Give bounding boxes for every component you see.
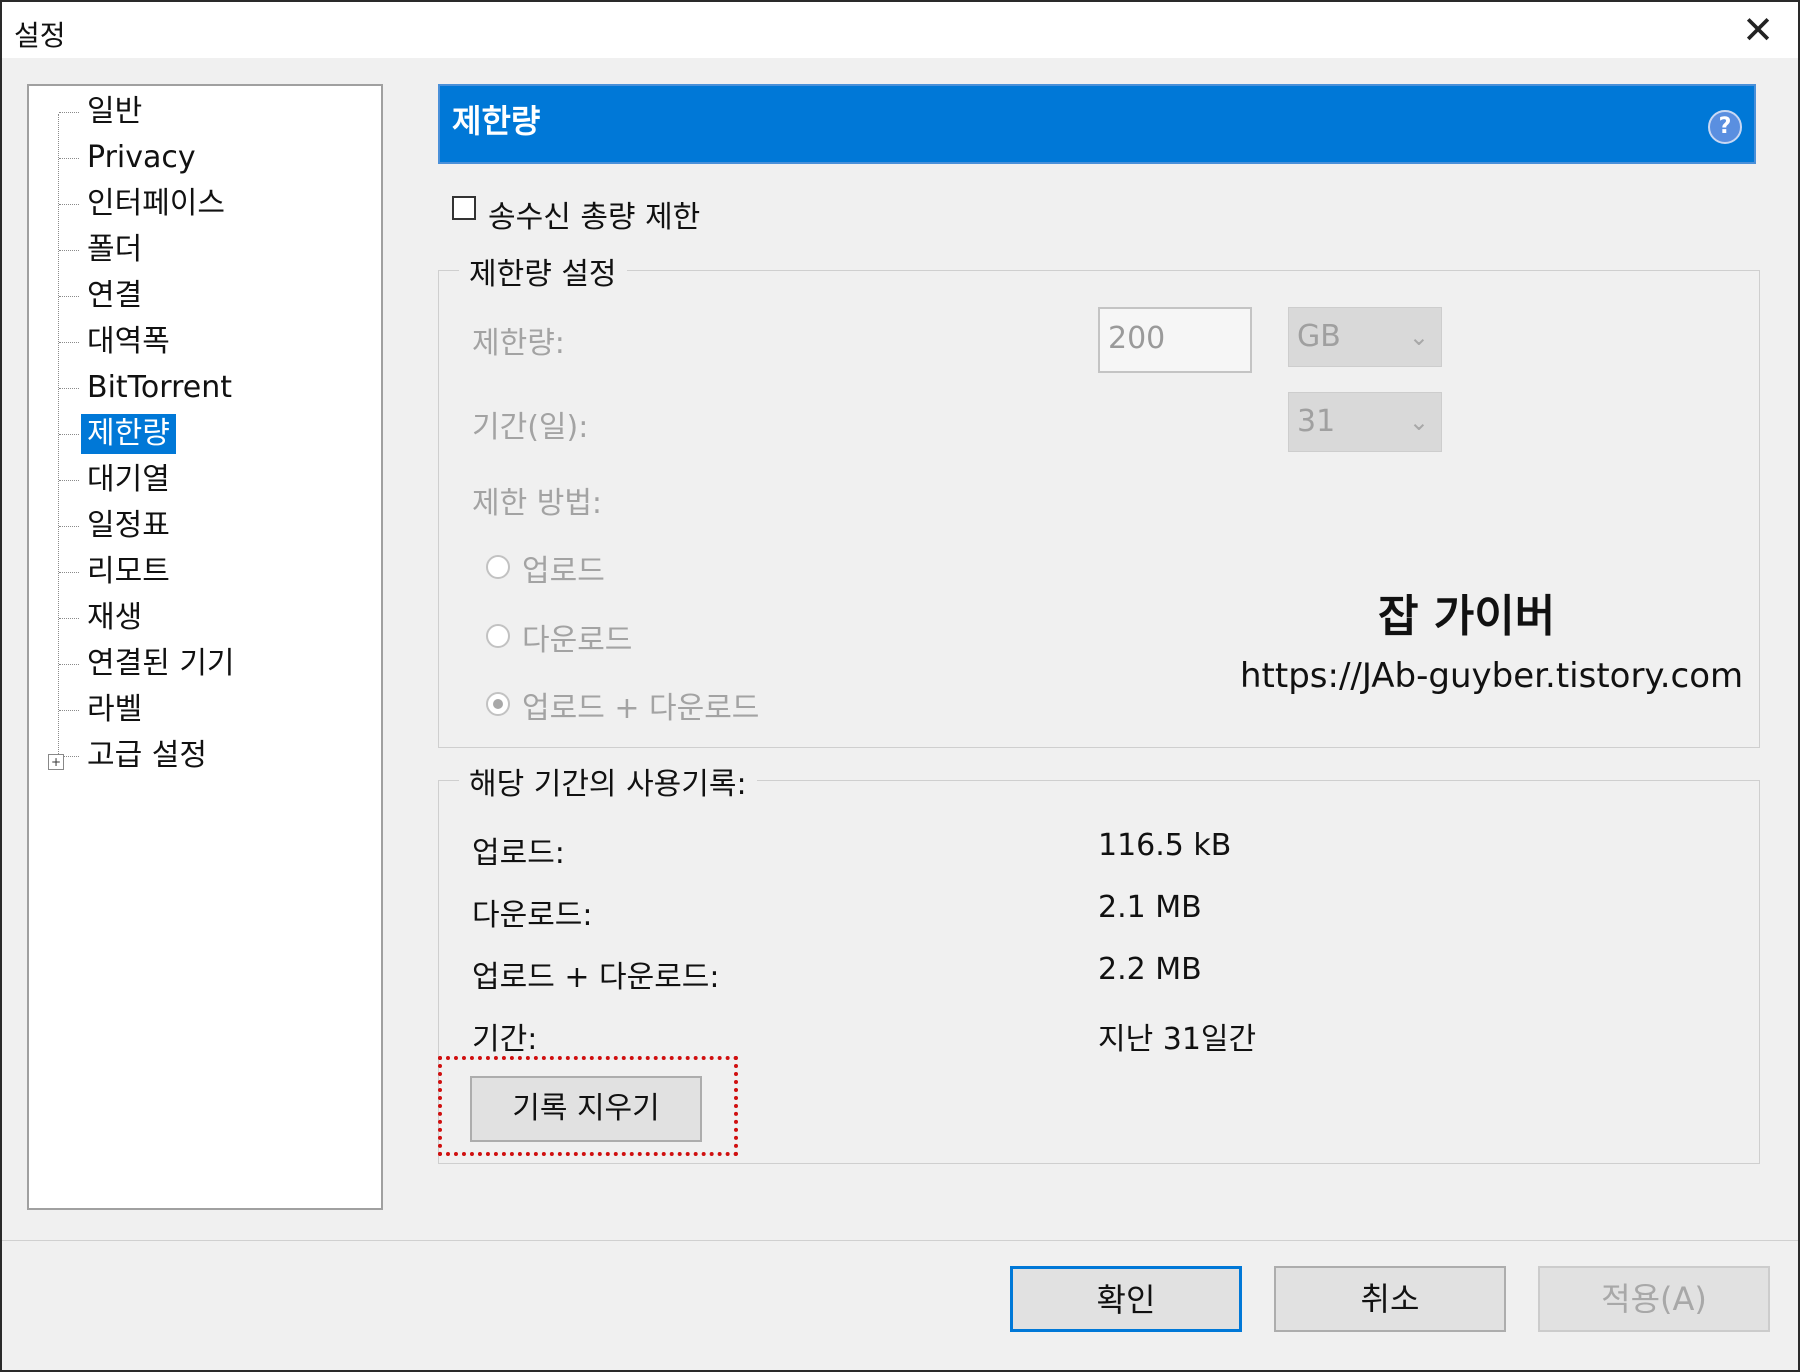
nav-item-paired-devices[interactable]: 연결된 기기 [59, 644, 241, 684]
nav-item-queueing[interactable]: 대기열 [59, 460, 176, 500]
method-download-label: 다운로드 [522, 623, 633, 658]
expand-plus-icon[interactable]: + [48, 754, 64, 770]
usage-total-value: 2.2 MB [1098, 952, 1202, 987]
nav-item-bandwidth[interactable]: 대역폭 [59, 322, 176, 362]
nav-item-transfer-cap[interactable]: 제한량 [59, 414, 176, 454]
cancel-button[interactable]: 취소 [1274, 1266, 1506, 1332]
limit-checkbox-label: 송수신 총량 제한 [488, 200, 701, 235]
nav-item-general[interactable]: 일반 [59, 92, 148, 132]
method-upload-label: 업로드 [522, 554, 605, 589]
usage-upload-value: 116.5 kB [1098, 828, 1232, 863]
nav-item-remote[interactable]: 리모트 [59, 552, 176, 592]
settings-nav-tree: 일반 Privacy 인터페이스 폴더 연결 대역폭 BitTorrent 제한… [27, 84, 383, 1210]
limit-amount-label: 제한량: [472, 326, 565, 361]
watermark-name: 잡 가이버 [1378, 591, 1556, 642]
period-days-value: 31 [1297, 404, 1336, 439]
tree-connector [58, 114, 59, 768]
usage-total-label: 업로드 + 다운로드: [472, 960, 720, 995]
limit-amount-input[interactable]: 200 [1098, 307, 1252, 373]
ok-button[interactable]: 확인 [1010, 1266, 1242, 1332]
page-header: 제한량 ? [438, 84, 1756, 164]
title-bar: 설정 ✕ [2, 2, 1798, 58]
footer-divider [2, 1240, 1798, 1241]
nav-item-bittorrent[interactable]: BitTorrent [59, 368, 238, 408]
apply-button[interactable]: 적용(A) [1538, 1266, 1770, 1332]
watermark-url: https://JAb-guyber.tistory.com [1240, 656, 1744, 696]
usage-period-value: 지난 31일간 [1098, 1022, 1257, 1057]
usage-history-title: 해당 기간의 사용기록: [459, 759, 757, 803]
close-icon[interactable]: ✕ [1742, 8, 1774, 52]
nav-item-connection[interactable]: 연결 [59, 276, 148, 316]
nav-item-labels[interactable]: 라벨 [59, 690, 148, 730]
window-title: 설정 [14, 19, 66, 52]
chevron-down-icon: ⌄ [1408, 408, 1429, 436]
chevron-down-icon: ⌄ [1408, 323, 1429, 351]
limit-unit-value: GB [1297, 319, 1341, 354]
limit-checkbox[interactable] [452, 196, 476, 220]
nav-item-playback[interactable]: 재생 [59, 598, 148, 638]
clear-history-button[interactable]: 기록 지우기 [470, 1076, 702, 1142]
method-both-radio[interactable] [486, 692, 510, 716]
method-upload-radio[interactable] [486, 555, 510, 579]
period-days-label: 기간(일): [472, 410, 589, 445]
nav-item-interface[interactable]: 인터페이스 [59, 184, 231, 224]
method-download-radio[interactable] [486, 624, 510, 648]
usage-download-value: 2.1 MB [1098, 890, 1202, 925]
usage-download-label: 다운로드: [472, 898, 593, 933]
nav-item-privacy[interactable]: Privacy [59, 138, 202, 178]
nav-item-folders[interactable]: 폴더 [59, 230, 148, 270]
limit-method-label: 제한 방법: [472, 486, 603, 521]
nav-item-advanced[interactable]: 고급 설정 [59, 736, 213, 776]
page-title: 제한량 [452, 102, 541, 140]
help-icon[interactable]: ? [1708, 110, 1742, 144]
method-both-label: 업로드 + 다운로드 [522, 691, 760, 726]
nav-item-scheduler[interactable]: 일정표 [59, 506, 176, 546]
limit-unit-select[interactable]: GB ⌄ [1288, 307, 1442, 367]
usage-period-label: 기간: [472, 1022, 538, 1057]
usage-upload-label: 업로드: [472, 836, 565, 871]
limit-settings-title: 제한량 설정 [459, 249, 627, 293]
period-days-select[interactable]: 31 ⌄ [1288, 392, 1442, 452]
